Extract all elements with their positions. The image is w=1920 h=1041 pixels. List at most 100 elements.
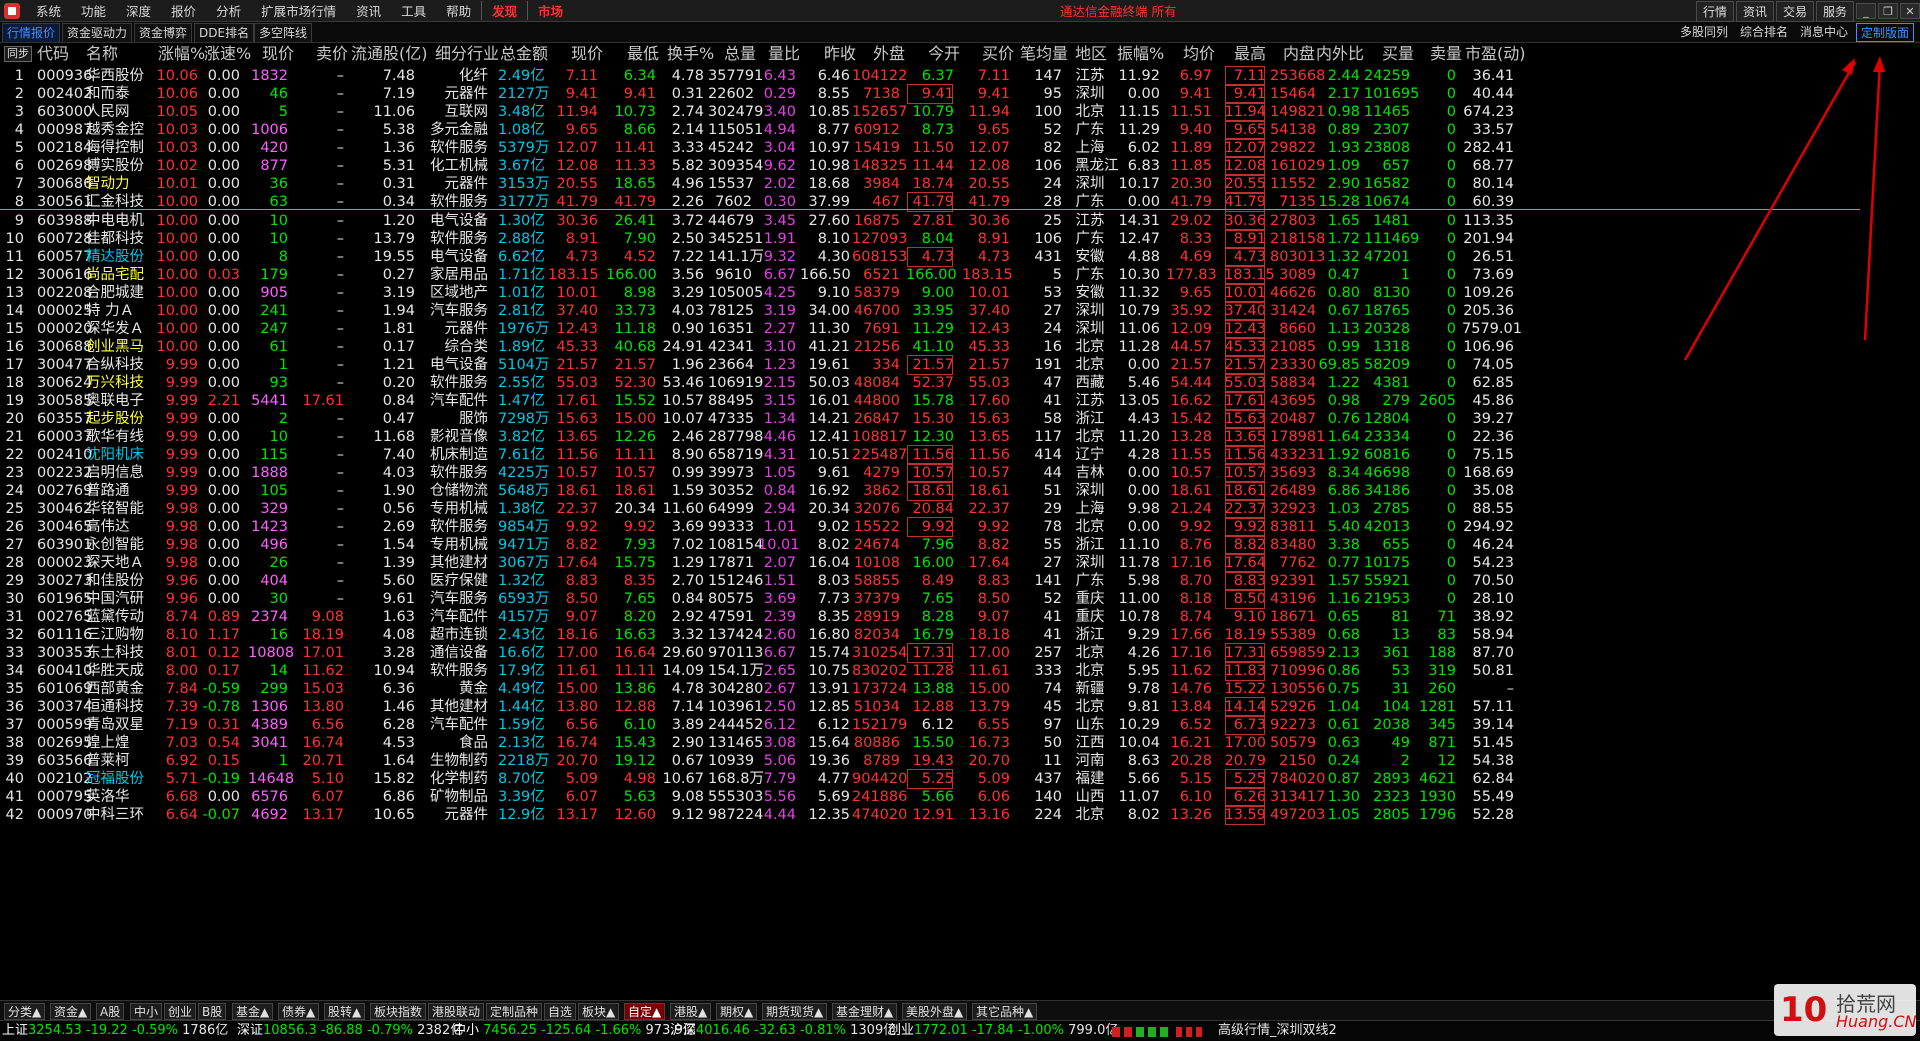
tab-long-short[interactable]: 多空阵线	[254, 23, 313, 42]
tab-message-center[interactable]: 消息中心	[1796, 23, 1852, 42]
quote-table: 1 000936 华西股份 10.06 0.00 1832–7.48 化纤 2.49亿 7.11…	[0, 65, 1920, 1000]
col-header[interactable]: 现价	[571, 43, 603, 65]
menu-market[interactable]: 市场	[527, 1, 573, 20]
menu-analysis[interactable]: 分析	[206, 1, 251, 20]
cell-value: 12.91	[912, 807, 954, 823]
cell-value: 2805	[1373, 807, 1410, 823]
cell-value: 13.59	[1224, 804, 1266, 826]
menu-quote[interactable]: 报价	[161, 1, 206, 20]
col-header[interactable]: 买价	[982, 43, 1014, 65]
category-tab[interactable]: 板块指数	[370, 1003, 427, 1020]
tab-dde-rank[interactable]: DDE排名	[194, 23, 255, 42]
cell-value: 474020	[852, 807, 908, 823]
cell-value: 8.02	[1127, 807, 1160, 823]
cell-value: 12.60	[614, 807, 656, 823]
col-header[interactable]: 地区	[1075, 43, 1107, 65]
cell-value: 9.12	[671, 807, 704, 823]
category-tab[interactable]: 创业	[164, 1003, 197, 1020]
cell-value: 4692	[251, 807, 288, 823]
tab-fund-drive[interactable]: 资金驱动力	[62, 23, 133, 42]
col-header[interactable]: 细分行业	[435, 43, 499, 65]
col-header[interactable]: 代码	[37, 43, 69, 65]
tab-multi-stock[interactable]: 多股同列	[1676, 23, 1732, 42]
col-header[interactable]: 量比	[768, 43, 800, 65]
sync-button[interactable]: 同步	[4, 46, 32, 62]
col-header[interactable]: 总金额	[500, 43, 548, 65]
cell-value: 13.17	[302, 807, 344, 823]
table-row[interactable]: 42 000970 中科三环 6.64 -0.07 4692 13.17 10.65 元器件 12…	[0, 804, 1920, 826]
category-tab[interactable]: 港股▲	[670, 1003, 712, 1020]
category-tab[interactable]: 基金理财▲	[832, 1003, 898, 1020]
sz-index: 深证10856.3 -86.88 -0.79% 2382亿	[237, 1023, 464, 1038]
category-tab[interactable]: A股	[96, 1003, 125, 1020]
col-header[interactable]: 流通股(亿)	[351, 43, 428, 65]
col-header[interactable]: 内外比	[1316, 43, 1364, 65]
col-header[interactable]: 总量	[724, 43, 756, 65]
cell-value: 12.9亿	[498, 807, 545, 823]
category-tab[interactable]: 资金▲	[50, 1003, 92, 1020]
category-tab[interactable]: 分类▲	[4, 1003, 46, 1020]
col-header[interactable]: 今开	[928, 43, 960, 65]
news-button[interactable]: 资讯	[1735, 0, 1774, 22]
app-title: 通达信金融终端 所有	[1060, 4, 1177, 19]
cell-value: 13.26	[1170, 807, 1212, 823]
col-header[interactable]: 现价	[262, 43, 294, 65]
tab-composite-rank[interactable]: 综合排名	[1736, 23, 1792, 42]
tab-custom-layout[interactable]: 定制版面	[1856, 23, 1915, 42]
quote-button[interactable]: 行情	[1695, 0, 1734, 22]
app-window: 系统 功能 深度 报价 分析 扩展市场行情 资讯 工具 帮助 发现 市场 通达信…	[0, 0, 1920, 1041]
cell-value: 52.28	[1472, 807, 1514, 823]
tab-quote-list[interactable]: 行情报价	[2, 23, 61, 42]
col-header[interactable]: 卖量	[1430, 43, 1462, 65]
category-tab[interactable]: 债券▲	[278, 1003, 320, 1020]
category-tab[interactable]: 期权▲	[716, 1003, 758, 1020]
col-header[interactable]: 买量	[1382, 43, 1414, 65]
category-tab[interactable]: 港股联动	[428, 1003, 485, 1020]
col-header[interactable]: 市盈(动)	[1465, 43, 1526, 65]
col-header[interactable]: 外盘	[873, 43, 905, 65]
category-tab[interactable]: 期货现货▲	[762, 1003, 828, 1020]
cell-value: 1.05	[1327, 807, 1360, 823]
col-header[interactable]: 昨收	[824, 43, 856, 65]
category-tab[interactable]: 自定▲	[624, 1003, 666, 1020]
menu-depth[interactable]: 深度	[116, 1, 161, 20]
category-tab[interactable]: 中小	[130, 1003, 163, 1020]
category-tab[interactable]: 板块▲	[578, 1003, 620, 1020]
cell-value: 13.17	[556, 807, 598, 823]
menu-function[interactable]: 功能	[71, 1, 116, 20]
menu-system[interactable]: 系统	[26, 1, 71, 20]
trade-button[interactable]: 交易	[1775, 0, 1814, 22]
minimize-icon[interactable]: _	[1856, 3, 1876, 19]
col-header[interactable]: 卖价	[316, 43, 348, 65]
category-tab[interactable]: 基金▲	[232, 1003, 274, 1020]
col-header[interactable]: 笔均量	[1020, 43, 1068, 65]
category-tab[interactable]: 定制品种	[486, 1003, 543, 1020]
menu-discover[interactable]: 发现	[481, 1, 527, 20]
tab-fund-game[interactable]: 资金博弈	[134, 23, 193, 42]
col-header[interactable]: 均价	[1183, 43, 1215, 65]
cell-value: 北京	[1075, 807, 1105, 823]
cell-value: 497203	[1270, 807, 1326, 823]
category-tab[interactable]: 股转▲	[324, 1003, 366, 1020]
cell-value: -0.07	[202, 807, 240, 823]
category-tab[interactable]: B股	[198, 1003, 227, 1020]
category-tab[interactable]: 自选	[544, 1003, 577, 1020]
menu-tools[interactable]: 工具	[391, 1, 436, 20]
col-header[interactable]: 最低	[627, 43, 659, 65]
close-icon[interactable]: ✕	[1900, 3, 1920, 19]
col-header[interactable]: 名称	[86, 43, 118, 65]
col-header[interactable]: 振幅%	[1117, 43, 1164, 65]
col-header[interactable]: 换手%	[667, 43, 714, 65]
col-header[interactable]: 最高	[1234, 43, 1266, 65]
restore-icon[interactable]: ❐	[1878, 3, 1898, 19]
market-activity-bars	[1110, 1021, 1210, 1041]
menu-help[interactable]: 帮助	[436, 1, 481, 20]
category-tab[interactable]: 美股外盘▲	[902, 1003, 968, 1020]
service-button[interactable]: 服务	[1815, 0, 1854, 22]
col-header[interactable]: 涨速%	[204, 43, 251, 65]
col-header[interactable]: 内盘	[1283, 43, 1315, 65]
menu-extended-market[interactable]: 扩展市场行情	[251, 1, 346, 20]
menu-news[interactable]: 资讯	[346, 1, 391, 20]
category-tab[interactable]: 其它品种▲	[972, 1003, 1038, 1020]
col-header[interactable]: 涨幅%	[158, 43, 205, 65]
